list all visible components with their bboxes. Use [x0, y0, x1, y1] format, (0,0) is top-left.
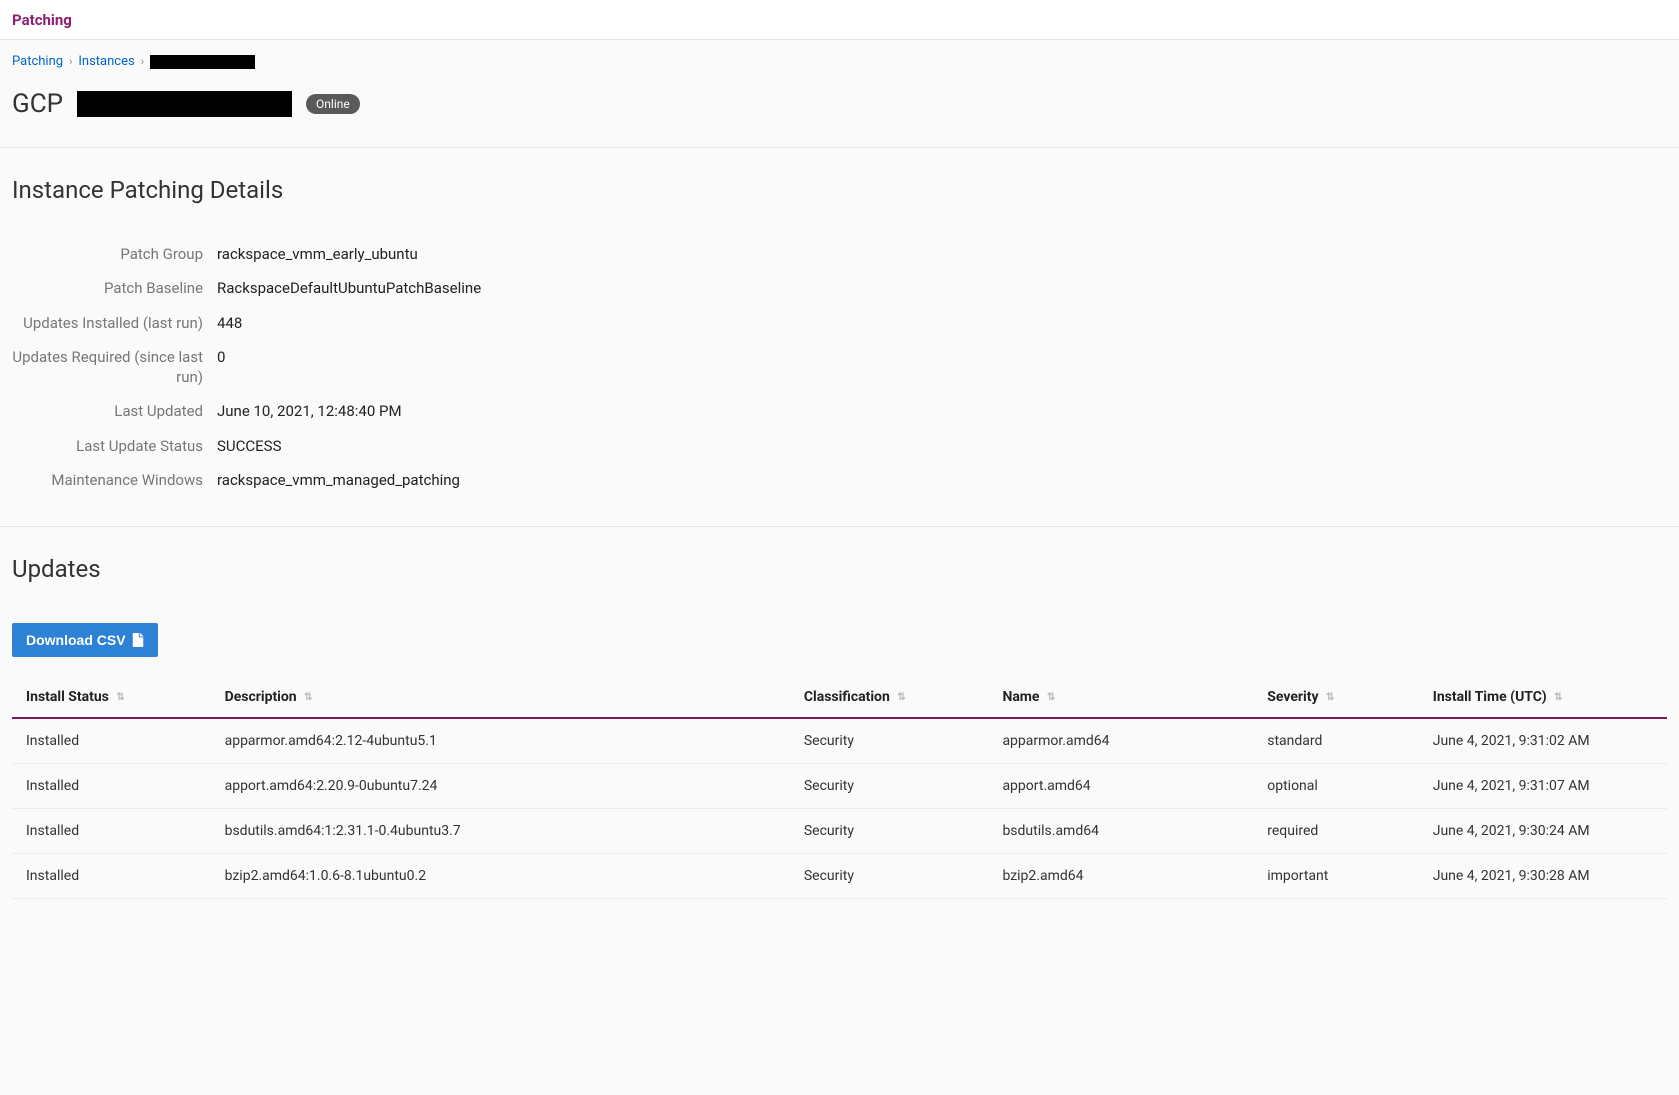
details-value: rackspace_vmm_early_ubuntu [217, 244, 418, 264]
cell-name: apparmor.amd64 [988, 718, 1253, 764]
details-row: Last UpdatedJune 10, 2021, 12:48:40 PM [12, 401, 712, 421]
sort-icon: ⇅ [116, 692, 124, 703]
cell-status: Installed [12, 854, 211, 899]
sort-icon: ⇅ [1326, 692, 1334, 703]
updates-tbody: Installedapparmor.amd64:2.12-4ubuntu5.1S… [12, 718, 1667, 899]
sort-icon: ⇅ [1554, 692, 1562, 703]
cell-description: bsdutils.amd64:1:2.31.1-0.4ubuntu3.7 [211, 809, 790, 854]
details-label: Patch Group [12, 244, 217, 264]
cell-status: Installed [12, 809, 211, 854]
instance-details-section: Instance Patching Details Patch Grouprac… [0, 148, 1679, 526]
column-label: Name [1002, 689, 1039, 705]
cell-classification: Security [790, 764, 989, 809]
details-row: Updates Required (since last run)0 [12, 347, 712, 388]
download-csv-button[interactable]: Download CSV [12, 623, 158, 657]
sort-icon: ⇅ [897, 692, 905, 703]
cell-status: Installed [12, 718, 211, 764]
details-label: Updates Required (since last run) [12, 347, 217, 388]
details-heading: Instance Patching Details [12, 176, 1667, 204]
details-row: Last Update StatusSUCCESS [12, 436, 712, 456]
breadcrumb: Patching › Instances › [0, 40, 1679, 75]
cloud-provider-label: GCP [12, 89, 63, 119]
cell-description: apparmor.amd64:2.12-4ubuntu5.1 [211, 718, 790, 764]
page-title-row: GCP Online [0, 75, 1679, 147]
cell-classification: Security [790, 854, 989, 899]
cell-classification: Security [790, 718, 989, 764]
column-header-classification[interactable]: Classification ⇅ [790, 677, 989, 718]
details-value: rackspace_vmm_managed_patching [217, 470, 460, 490]
column-label: Description [225, 689, 297, 705]
cell-severity: standard [1253, 718, 1419, 764]
details-row: Updates Installed (last run)448 [12, 313, 712, 333]
details-list: Patch Grouprackspace_vmm_early_ubuntuPat… [12, 244, 712, 490]
details-label: Last Update Status [12, 436, 217, 456]
cell-severity: important [1253, 854, 1419, 899]
cell-status: Installed [12, 764, 211, 809]
cell-name: bzip2.amd64 [988, 854, 1253, 899]
column-label: Severity [1267, 689, 1318, 705]
details-label: Maintenance Windows [12, 470, 217, 490]
table-row: Installedbsdutils.amd64:1:2.31.1-0.4ubun… [12, 809, 1667, 854]
sort-icon: ⇅ [1047, 692, 1055, 703]
details-row: Patch BaselineRackspaceDefaultUbuntuPatc… [12, 278, 712, 298]
table-row: Installedbzip2.amd64:1.0.6-8.1ubuntu0.2S… [12, 854, 1667, 899]
column-header-description[interactable]: Description ⇅ [211, 677, 790, 718]
sort-icon: ⇅ [304, 692, 312, 703]
details-row: Maintenance Windowsrackspace_vmm_managed… [12, 470, 712, 490]
details-value: 0 [217, 347, 225, 367]
details-value: SUCCESS [217, 436, 282, 456]
cell-install_time: June 4, 2021, 9:31:02 AM [1419, 718, 1667, 764]
download-csv-label: Download CSV [26, 632, 126, 648]
cell-install_time: June 4, 2021, 9:30:28 AM [1419, 854, 1667, 899]
column-label: Install Status [26, 689, 109, 705]
breadcrumb-root-link[interactable]: Patching [12, 54, 63, 69]
cell-classification: Security [790, 809, 989, 854]
breadcrumb-current-redacted [150, 55, 255, 69]
table-row: Installedapparmor.amd64:2.12-4ubuntu5.1S… [12, 718, 1667, 764]
cell-install_time: June 4, 2021, 9:31:07 AM [1419, 764, 1667, 809]
cell-severity: required [1253, 809, 1419, 854]
details-value: RackspaceDefaultUbuntuPatchBaseline [217, 278, 481, 298]
updates-heading: Updates [12, 555, 1667, 583]
column-header-install-status[interactable]: Install Status ⇅ [12, 677, 211, 718]
updates-section: Updates Download CSV Install Status ⇅ De… [0, 527, 1679, 935]
cell-install_time: June 4, 2021, 9:30:24 AM [1419, 809, 1667, 854]
column-header-install-time[interactable]: Install Time (UTC) ⇅ [1419, 677, 1667, 718]
table-row: Installedapport.amd64:2.20.9-0ubuntu7.24… [12, 764, 1667, 809]
column-header-severity[interactable]: Severity ⇅ [1253, 677, 1419, 718]
instance-name-redacted [77, 91, 292, 117]
cell-name: apport.amd64 [988, 764, 1253, 809]
file-icon [132, 633, 144, 647]
cell-severity: optional [1253, 764, 1419, 809]
details-value: 448 [217, 313, 242, 333]
updates-table: Install Status ⇅ Description ⇅ Classific… [12, 677, 1667, 899]
app-title: Patching [12, 11, 72, 29]
table-header-row: Install Status ⇅ Description ⇅ Classific… [12, 677, 1667, 718]
app-header: Patching [0, 0, 1679, 40]
details-value: June 10, 2021, 12:48:40 PM [217, 401, 402, 421]
status-badge: Online [306, 94, 360, 114]
breadcrumb-instances-link[interactable]: Instances [78, 54, 134, 69]
details-label: Last Updated [12, 401, 217, 421]
column-label: Install Time (UTC) [1433, 689, 1547, 705]
chevron-right-icon: › [69, 55, 72, 68]
column-label: Classification [804, 689, 890, 705]
cell-name: bsdutils.amd64 [988, 809, 1253, 854]
cell-description: apport.amd64:2.20.9-0ubuntu7.24 [211, 764, 790, 809]
column-header-name[interactable]: Name ⇅ [988, 677, 1253, 718]
chevron-right-icon: › [141, 55, 144, 68]
cell-description: bzip2.amd64:1.0.6-8.1ubuntu0.2 [211, 854, 790, 899]
details-label: Patch Baseline [12, 278, 217, 298]
details-row: Patch Grouprackspace_vmm_early_ubuntu [12, 244, 712, 264]
details-label: Updates Installed (last run) [12, 313, 217, 333]
